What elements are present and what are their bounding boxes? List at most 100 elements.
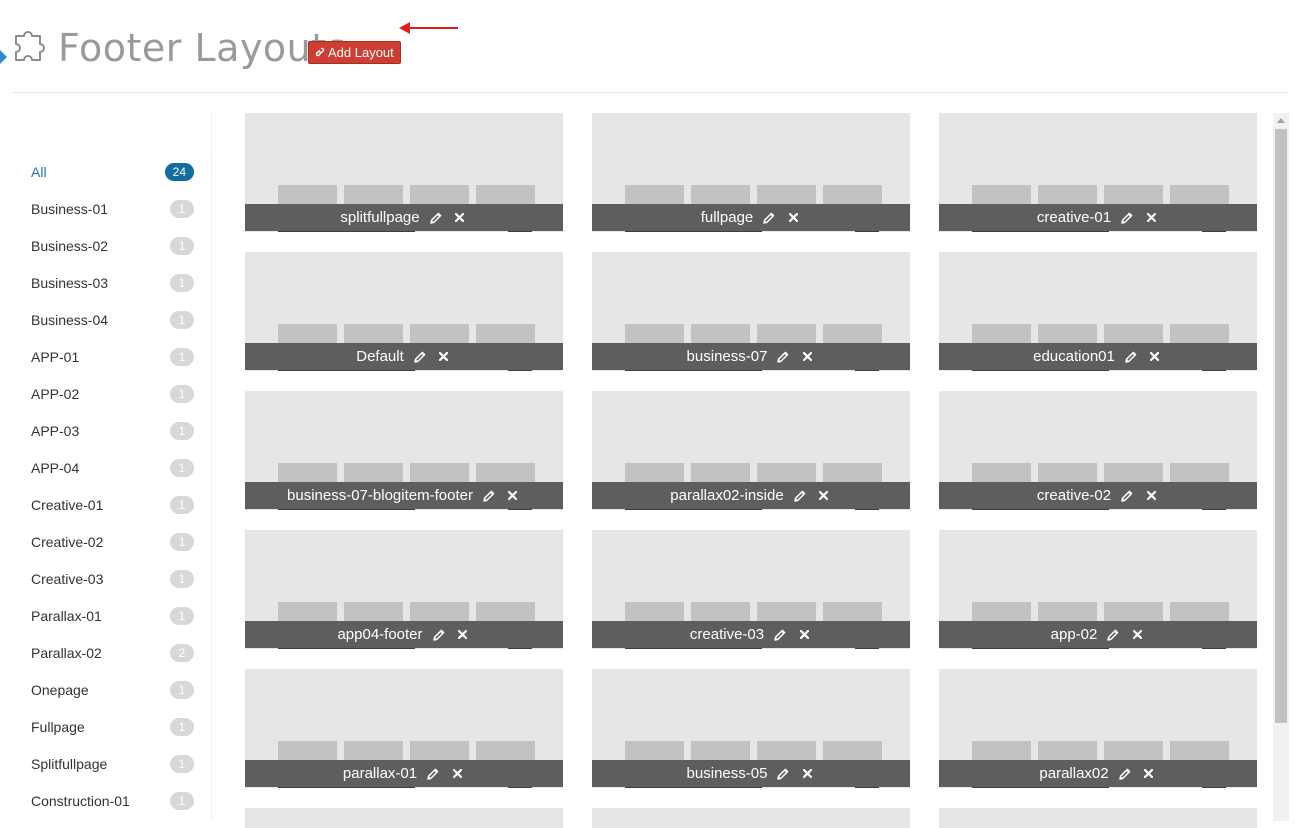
layout-name: Default — [356, 348, 404, 365]
sidebar-item-all[interactable]: All 24 — [18, 153, 194, 190]
link-icon — [315, 43, 325, 63]
layout-card[interactable]: business-07 — [592, 252, 910, 371]
close-icon[interactable] — [1147, 349, 1163, 365]
pencil-icon[interactable] — [1123, 349, 1139, 365]
sidebar-item-business-03[interactable]: Business-03 1 — [18, 264, 194, 301]
pencil-icon[interactable] — [481, 488, 497, 504]
sidebar-item-parallax-02[interactable]: Parallax-02 2 — [18, 634, 194, 671]
pencil-icon[interactable] — [792, 488, 808, 504]
layout-card[interactable]: business-05 — [592, 669, 910, 788]
layout-name: fullpage — [700, 209, 754, 226]
sidebar-item-splitfullpage[interactable]: Splitfullpage 1 — [18, 745, 194, 782]
add-layout-button[interactable]: Add Layout — [308, 41, 401, 64]
layout-card[interactable]: business-07-blogitem-footer — [245, 391, 563, 510]
sidebar-item-creative-02[interactable]: Creative-02 1 — [18, 523, 194, 560]
layout-card-caption: creative-03 — [592, 621, 910, 648]
layout-card[interactable]: splitfullpage — [245, 113, 563, 232]
layout-card[interactable]: app-02 — [939, 530, 1257, 649]
pencil-icon[interactable] — [775, 349, 791, 365]
sidebar-item-business-02[interactable]: Business-02 1 — [18, 227, 194, 264]
scrollbar[interactable] — [1273, 113, 1289, 821]
sidebar-item-business-04[interactable]: Business-04 1 — [18, 301, 194, 338]
layout-card-caption: app-02 — [939, 621, 1257, 648]
page-title: Footer Layouts — [58, 26, 347, 70]
pencil-icon[interactable] — [772, 627, 788, 643]
layout-card[interactable]: creative-03 — [592, 530, 910, 649]
sidebar-item-business-01[interactable]: Business-01 1 — [18, 190, 194, 227]
layout-card-caption: parallax02-inside — [592, 482, 910, 509]
close-icon[interactable] — [816, 488, 832, 504]
count-badge: 1 — [170, 310, 194, 329]
sidebar-item-app-01[interactable]: APP-01 1 — [18, 338, 194, 375]
sidebar-item-app-04[interactable]: APP-04 1 — [18, 449, 194, 486]
sidebar-item-onepage[interactable]: Onepage 1 — [18, 671, 194, 708]
close-icon[interactable] — [1129, 627, 1145, 643]
sidebar-item-label: Creative-03 — [31, 570, 104, 587]
count-badge: 1 — [170, 495, 194, 514]
scroll-thumb[interactable] — [1275, 129, 1287, 723]
close-icon[interactable] — [785, 210, 801, 226]
scroll-up-icon[interactable] — [1277, 118, 1285, 123]
pencil-icon[interactable] — [1117, 766, 1133, 782]
layout-card[interactable]: Default — [245, 252, 563, 371]
layout-card[interactable] — [592, 808, 910, 828]
layout-name: business-05 — [686, 765, 768, 782]
layout-card[interactable]: parallax02 — [939, 669, 1257, 788]
layout-card-caption: creative-01 — [939, 204, 1257, 231]
pencil-icon[interactable] — [1119, 210, 1135, 226]
layout-card-caption: creative-02 — [939, 482, 1257, 509]
sidebar-item-construction-01[interactable]: Construction-01 1 — [18, 782, 194, 819]
layout-name: splitfullpage — [340, 209, 420, 226]
pencil-icon[interactable] — [431, 627, 447, 643]
sidebar-item-app-03[interactable]: APP-03 1 — [18, 412, 194, 449]
layout-card[interactable]: creative-01 — [939, 113, 1257, 232]
layout-card[interactable]: creative-02 — [939, 391, 1257, 510]
layout-card-caption: education01 — [939, 343, 1257, 370]
close-icon[interactable] — [449, 766, 465, 782]
close-icon[interactable] — [1143, 210, 1159, 226]
layout-card[interactable]: education01 — [939, 252, 1257, 371]
count-badge: 1 — [170, 458, 194, 477]
sidebar-item-label: Parallax-02 — [31, 644, 102, 661]
close-icon[interactable] — [1143, 488, 1159, 504]
count-badge: 1 — [170, 384, 194, 403]
close-icon[interactable] — [799, 766, 815, 782]
close-icon[interactable] — [796, 627, 812, 643]
annotation-arrow-icon — [399, 22, 458, 34]
close-icon[interactable] — [452, 210, 468, 226]
layout-name: app04-footer — [337, 626, 423, 643]
layout-card[interactable] — [245, 808, 563, 828]
sidebar-item-label: Splitfullpage — [31, 755, 108, 772]
layout-name: parallax02 — [1039, 765, 1109, 782]
pencil-icon[interactable] — [412, 349, 428, 365]
sidebar-item-label: All — [31, 163, 47, 180]
pencil-icon[interactable] — [1105, 627, 1121, 643]
layout-card[interactable] — [939, 808, 1257, 828]
pencil-icon[interactable] — [775, 766, 791, 782]
layout-card[interactable]: parallax-01 — [245, 669, 563, 788]
close-icon[interactable] — [799, 349, 815, 365]
sidebar-item-parallax-01[interactable]: Parallax-01 1 — [18, 597, 194, 634]
sidebar-item-app-02[interactable]: APP-02 1 — [18, 375, 194, 412]
close-icon[interactable] — [436, 349, 452, 365]
sidebar-item-label: APP-03 — [31, 422, 80, 439]
pencil-icon[interactable] — [425, 766, 441, 782]
layout-name: parallax02-inside — [670, 487, 784, 504]
layout-card[interactable]: parallax02-inside — [592, 391, 910, 510]
edge-marker — [0, 50, 7, 64]
sidebar-item-creative-01[interactable]: Creative-01 1 — [18, 486, 194, 523]
pencil-icon[interactable] — [1119, 488, 1135, 504]
sidebar-item-fullpage[interactable]: Fullpage 1 — [18, 708, 194, 745]
close-icon[interactable] — [1141, 766, 1157, 782]
layout-card-caption: business-07 — [592, 343, 910, 370]
sidebar-item-creative-03[interactable]: Creative-03 1 — [18, 560, 194, 597]
close-icon[interactable] — [455, 627, 471, 643]
sidebar-item-label: Onepage — [31, 681, 89, 698]
sidebar-item-label: APP-04 — [31, 459, 80, 476]
layout-card-caption: Default — [245, 343, 563, 370]
pencil-icon[interactable] — [428, 210, 444, 226]
layout-card[interactable]: app04-footer — [245, 530, 563, 649]
close-icon[interactable] — [505, 488, 521, 504]
pencil-icon[interactable] — [761, 210, 777, 226]
layout-card[interactable]: fullpage — [592, 113, 910, 232]
